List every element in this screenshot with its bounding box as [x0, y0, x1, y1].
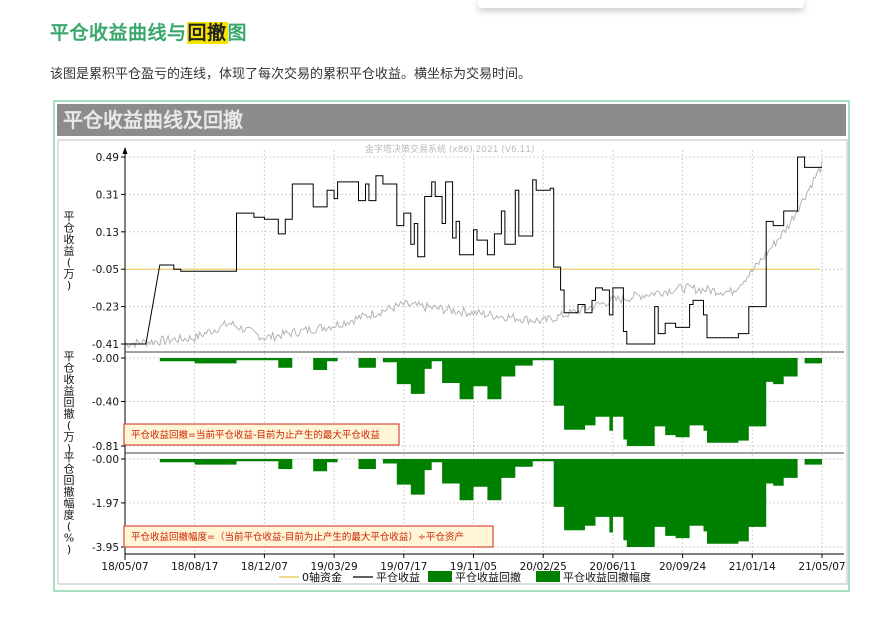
x-tick-label: 21/01/14	[729, 561, 776, 573]
legend-label-profit: 平仓收益	[376, 570, 420, 584]
legend-swatch-drawdown	[428, 571, 452, 582]
y-tick-label: 0.31	[96, 189, 119, 201]
y-tick-label: -0.40	[92, 396, 119, 408]
section-heading: 平仓收益曲线与回撤图	[50, 18, 247, 45]
drawdown-annotation-box: 平仓收益回撤=当前平仓收益-目前为止产生的最大平仓收益	[123, 423, 400, 446]
x-tick-label: 18/12/07	[241, 561, 288, 573]
x-tick-label: 18/05/07	[101, 561, 148, 573]
drawdown-pct-annotation-box: 平仓收益回撤幅度=（当前平仓收益-目前为止产生的最大平仓收益）÷平仓资产	[123, 525, 494, 548]
y-tick-label: -0.00	[92, 353, 119, 365]
heading-suffix: 图	[227, 22, 248, 44]
x-tick-label: 20/09/24	[659, 561, 706, 573]
chart-container: 平仓收益曲线及回撤 金字塔决策交易系统 (x86) 2021 (V6.11) 1…	[53, 100, 850, 592]
y-tick-label: -0.00	[92, 454, 119, 466]
drawdown-annotation-text: 平仓收益回撤=当前平仓收益-目前为止产生的最大平仓收益	[131, 429, 380, 441]
y-tick-label: -0.41	[92, 339, 119, 351]
y-tick-label: -3.95	[92, 542, 119, 554]
drawdown-pct-annotation-text: 平仓收益回撤幅度=（当前平仓收益-目前为止产生的最大平仓收益）÷平仓资产	[131, 531, 464, 543]
y-tick-label: -0.05	[92, 264, 119, 276]
legend-swatch-drawdown-pct	[536, 571, 560, 582]
x-tick-label: 21/05/07	[798, 561, 845, 573]
equity-drawdown-chart: 平仓收益曲线及回撤 金字塔决策交易系统 (x86) 2021 (V6.11) 1…	[57, 104, 848, 585]
y-tick-label: 0.49	[96, 152, 119, 164]
x-tick-label: 18/08/17	[171, 561, 218, 573]
legend-label-drawdown: 平仓收益回撤	[455, 570, 521, 584]
legend-label-drawdown-pct: 平仓收益回撤幅度	[563, 570, 651, 584]
floating-panel-shadow	[478, 0, 804, 8]
y-tick-label: -0.81	[92, 441, 119, 453]
y-tick-label: -1.97	[92, 498, 119, 510]
y-tick-label: 0.13	[96, 227, 119, 239]
y-axis-title-char: )	[67, 543, 71, 556]
y-axis-title-char: )	[67, 279, 71, 292]
heading-text: 平仓收益曲线与	[50, 22, 187, 44]
section-description: 该图是累积平仓盈亏的连线，体现了每次交易的累积平仓收益。横坐标为交易时间。	[50, 67, 532, 82]
y-tick-label: -0.23	[92, 302, 119, 314]
legend-label-zero: 0轴资金	[302, 570, 342, 584]
watermark-text: 金字塔决策交易系统 (x86) 2021 (V6.11)	[365, 143, 535, 155]
chart-title: 平仓收益曲线及回撤	[63, 108, 243, 132]
chart-legend: 0轴资金 平仓收益 平仓收益回撤 平仓收益回撤幅度	[279, 570, 651, 584]
heading-highlight: 回撤	[186, 22, 228, 44]
